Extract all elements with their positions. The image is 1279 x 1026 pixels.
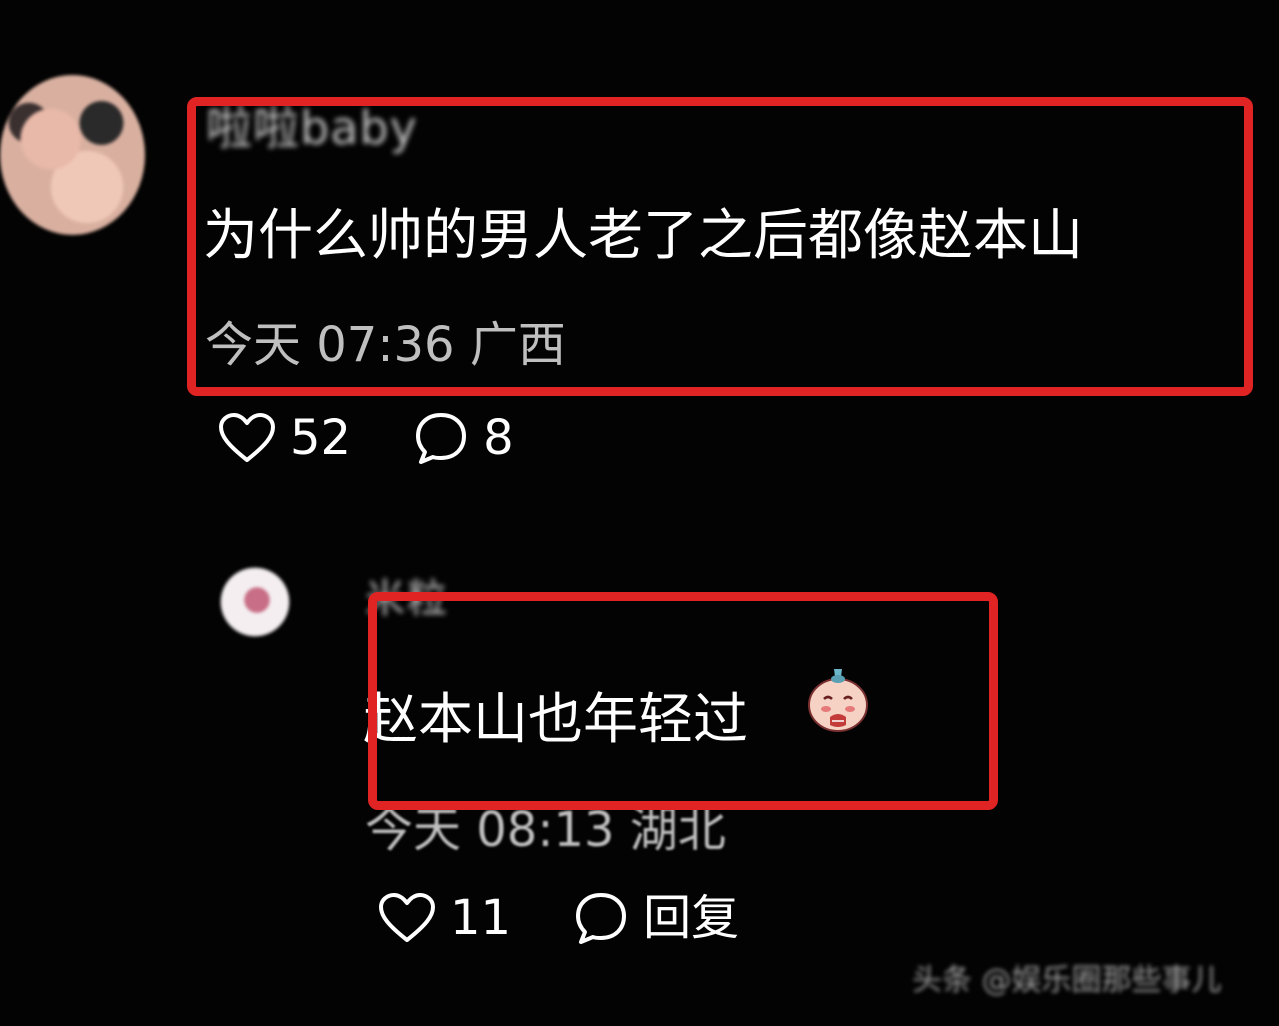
comment-text: 赵本山也年轻过 (363, 687, 749, 751)
comment-text: 为什么帅的男人老了之后都像赵本山 (203, 203, 1084, 267)
heart-icon[interactable] (378, 892, 436, 944)
like-count: 11 (450, 890, 512, 946)
comment-meta: 今天 08:13 湖北 (365, 802, 726, 858)
comment-actions: 11 回复 (378, 890, 739, 946)
avatar[interactable] (205, 553, 305, 651)
comment-actions: 52 8 (218, 410, 514, 466)
reply-button[interactable]: 回复 (643, 894, 739, 942)
pleading-face-emoji (806, 663, 870, 733)
comment-bubble-icon[interactable] (413, 410, 469, 466)
like-count: 52 (290, 410, 352, 466)
heart-icon[interactable] (218, 412, 276, 464)
reply-count: 8 (483, 410, 514, 466)
username[interactable]: 米粒 (365, 566, 449, 624)
comment-meta: 今天 07:36 广西 (205, 317, 566, 373)
comment-bubble-icon[interactable] (573, 890, 629, 946)
username[interactable]: 啦啦baby (206, 92, 418, 158)
watermark: 头条 @娱乐圈那些事儿 (912, 963, 1222, 998)
screenshot-canvas: 啦啦baby 为什么帅的男人老了之后都像赵本山 今天 07:36 广西 52 8… (0, 0, 1279, 1026)
avatar[interactable] (0, 75, 145, 235)
